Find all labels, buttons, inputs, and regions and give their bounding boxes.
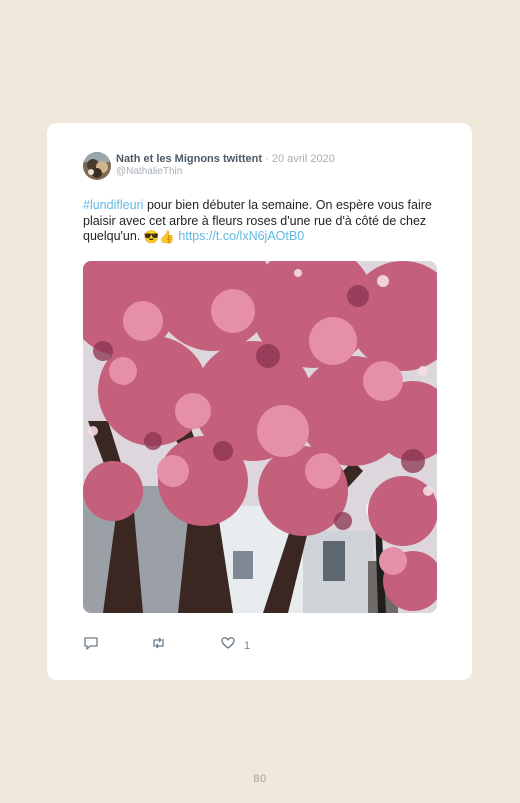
like-count: 1	[244, 639, 251, 652]
retweet-button[interactable]	[150, 635, 167, 656]
tweet-date[interactable]: 20 avril 2020	[272, 153, 335, 165]
author-handle[interactable]: @NathalieThin	[116, 166, 182, 177]
tweet-link[interactable]: https://t.co/lxN6jAOtB0	[178, 229, 304, 243]
reply-icon	[83, 635, 99, 656]
tweet-header: Nath et les Mignons twittent · 20 avril …	[116, 153, 335, 165]
page-number: 80	[253, 773, 267, 785]
tweet-actions: 1	[83, 635, 283, 653]
tweet-image[interactable]	[83, 261, 437, 613]
like-button[interactable]: 1	[220, 635, 250, 656]
retweet-icon	[150, 635, 167, 656]
heart-icon	[220, 635, 236, 656]
hashtag-link[interactable]: #lundifleuri	[83, 198, 143, 212]
tweet-card: Nath et les Mignons twittent · 20 avril …	[47, 123, 472, 680]
author-name[interactable]: Nath et les Mignons twittent	[116, 153, 262, 165]
tweet-text: #lundifleuri pour bien débuter la semain…	[83, 198, 438, 246]
emoji-sunglasses-thumbs-up: 😎👍	[143, 230, 175, 244]
avatar[interactable]	[83, 152, 111, 180]
cherry-blossom-photo	[83, 261, 437, 613]
header-separator: ·	[262, 153, 272, 165]
reply-button[interactable]	[83, 635, 99, 656]
